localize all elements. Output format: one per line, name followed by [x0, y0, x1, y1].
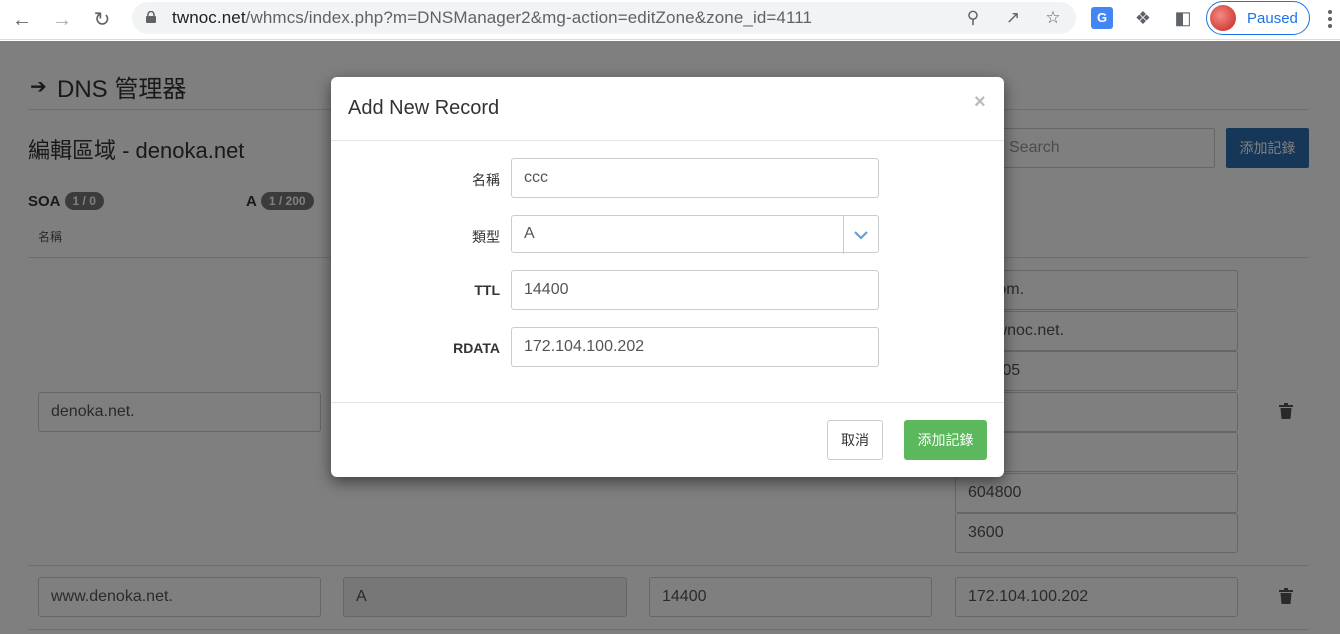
type-value: A [524, 225, 535, 242]
profile-button[interactable]: Paused [1206, 1, 1310, 35]
submit-add-record-button[interactable]: 添加記錄 [904, 420, 987, 460]
star-icon[interactable]: ☆ [1042, 7, 1064, 29]
name-label: 名稱 [472, 172, 500, 188]
ttl-label: TTL [474, 282, 500, 298]
zoom-icon[interactable]: ⚲ [962, 7, 984, 29]
cancel-button[interactable]: 取消 [827, 420, 883, 460]
address-bar[interactable]: twnoc.net/whmcs/index.php?m=DNSManager2&… [132, 2, 1076, 34]
rdata-label: RDATA [453, 340, 500, 356]
translate-icon[interactable]: G [1091, 7, 1113, 29]
name-field[interactable]: ccc [511, 158, 879, 198]
menu-icon[interactable] [1326, 8, 1334, 30]
url-text: twnoc.net/whmcs/index.php?m=DNSManager2&… [172, 8, 812, 28]
close-icon[interactable]: × [974, 91, 986, 114]
avatar [1210, 5, 1236, 31]
extensions-icon[interactable]: ❖ [1131, 6, 1155, 30]
sidepanel-icon[interactable]: ◧ [1171, 6, 1195, 30]
add-record-modal: Add New Record × 名稱 ccc 類型 A TTL 14400 R… [331, 77, 1004, 477]
forward-icon[interactable]: → [48, 6, 76, 34]
rdata-field[interactable]: 172.104.100.202 [511, 327, 879, 367]
type-label: 類型 [472, 229, 500, 245]
browser-toolbar: ← → ↻ twnoc.net/whmcs/index.php?m=DNSMan… [0, 0, 1340, 40]
back-icon[interactable]: ← [8, 6, 36, 34]
divider [331, 402, 1004, 403]
url-path: /whmcs/index.php?m=DNSManager2&mg-action… [245, 8, 813, 27]
share-icon[interactable]: ↗ [1002, 7, 1024, 29]
profile-status: Paused [1247, 10, 1298, 27]
lock-icon [146, 11, 156, 23]
reload-icon[interactable]: ↻ [88, 6, 116, 34]
ttl-field[interactable]: 14400 [511, 270, 879, 310]
url-host: twnoc.net [172, 8, 246, 27]
chevron-down-icon[interactable] [843, 216, 878, 254]
divider [331, 140, 1004, 141]
modal-title: Add New Record [348, 97, 500, 119]
type-select[interactable]: A [511, 215, 879, 254]
